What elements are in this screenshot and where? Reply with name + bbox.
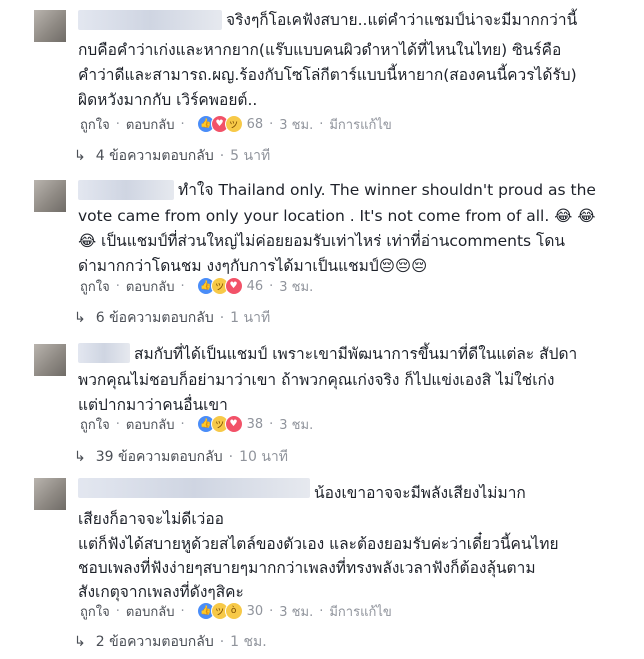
timestamp[interactable]: 3 ชม. xyxy=(279,114,313,135)
reply-link[interactable]: ตอบกลับ xyxy=(126,114,175,135)
comment-text: 😂 เป็นแชมป์ที่ส่วนใหญ่ไม่ค่อยยอมรับเท่าไ… xyxy=(78,232,566,250)
separator-dot: · xyxy=(219,148,225,164)
replies-count[interactable]: 39 ข้อความตอบกลับ xyxy=(96,446,223,468)
separator-dot: · xyxy=(269,416,274,432)
comment-text: คำว่าดีและสามารถ.ผญ.ร้องกับโซโล่กีตาร์แบ… xyxy=(78,66,577,84)
love-reaction-icon: ♥ xyxy=(224,277,243,295)
timestamp[interactable]: 3 ชม. xyxy=(279,276,313,297)
comment-actions: ถูกใจ · ตอบกลับ · 👍 ツ ò 30 · 3 ชม. · มีก… xyxy=(80,601,392,621)
view-replies[interactable]: ↳ 6 ข้อความตอบกลับ · 1 นาที xyxy=(74,308,270,328)
separator-dot: · xyxy=(228,449,234,465)
view-replies[interactable]: ↳ 39 ข้อความตอบกลับ · 10 นาที xyxy=(74,447,288,467)
comment-actions: ถูกใจ · ตอบกลับ · 👍 ツ ♥ 38 · 3 ชม. xyxy=(80,414,313,434)
like-link[interactable]: ถูกใจ xyxy=(80,601,110,622)
reply-link[interactable]: ตอบกลับ xyxy=(126,276,175,297)
separator-dot: · xyxy=(319,603,324,619)
comment-text: สมกับที่ได้เป็นแชมป์ เพราะเขามีพัฒนาการข… xyxy=(134,345,578,363)
reply-link[interactable]: ตอบกลับ xyxy=(126,601,175,622)
reaction-count[interactable]: 38 xyxy=(247,417,264,432)
reaction-count[interactable]: 68 xyxy=(247,117,264,132)
like-link[interactable]: ถูกใจ xyxy=(80,276,110,297)
love-reaction-icon: ♥ xyxy=(224,415,243,433)
separator-dot: · xyxy=(269,278,274,294)
comment-text: ผิดหวังมากกับ เวิร์คพอยต์.. xyxy=(78,91,258,109)
reply-arrow-icon: ↳ xyxy=(74,310,86,326)
comment-text: ทำใจ Thailand only. The winner shouldn't… xyxy=(178,181,596,199)
separator-dot: · xyxy=(219,634,225,650)
separator-dot: · xyxy=(269,116,274,132)
timestamp[interactable]: 3 ชม. xyxy=(279,601,313,622)
comment-text: กบคือคำว่าเก่งและหากยาก(แร๊บแบบคนผิวดำหา… xyxy=(78,41,562,59)
timestamp[interactable]: 3 ชม. xyxy=(279,414,313,435)
avatar[interactable] xyxy=(34,10,66,42)
edited-label[interactable]: มีการแก้ไข xyxy=(329,114,391,135)
separator-dot: · xyxy=(115,603,120,619)
separator-dot: · xyxy=(115,116,120,132)
commenter-name[interactable] xyxy=(78,478,310,498)
comment-actions: ถูกใจ · ตอบกลับ · 👍 ツ ♥ 46 · 3 ชม. xyxy=(80,276,313,296)
comment-actions: ถูกใจ · ตอบกลับ · 👍 ♥ ツ 68 · 3 ชม. · มีก… xyxy=(80,114,392,134)
separator-dot: · xyxy=(180,603,185,619)
replies-time: 10 นาที xyxy=(239,449,289,465)
separator-dot: · xyxy=(115,278,120,294)
comment-text: พวกคุณไม่ชอบก็อย่ามาว่าเขา ถ้าพวกคุณเก่ง… xyxy=(78,371,555,389)
replies-time: 1 นาที xyxy=(230,310,271,326)
commenter-name[interactable] xyxy=(78,10,222,30)
comment-text: จริงๆก็โอเคฟังสบาย..แต่คำว่าแชมป์น่าจะมี… xyxy=(226,11,578,29)
reactions[interactable]: 👍 ツ ♥ xyxy=(196,415,243,433)
comment-text: ชอบเพลงที่ฟังง่ายๆสบายๆมากกว่าเพลงที่ทรง… xyxy=(78,559,536,577)
reaction-count[interactable]: 46 xyxy=(247,279,264,294)
like-link[interactable]: ถูกใจ xyxy=(80,414,110,435)
reply-link[interactable]: ตอบกลับ xyxy=(126,414,175,435)
comment-text: แต่ก็ฟังได้สบายหูด้วยสไตล์ของตัวเอง และต… xyxy=(78,535,559,553)
replies-time: 1 ชม. xyxy=(230,634,267,650)
separator-dot: · xyxy=(180,278,185,294)
haha-reaction-icon: ツ xyxy=(224,115,243,133)
replies-count[interactable]: 2 ข้อความตอบกลับ xyxy=(96,631,214,653)
view-replies[interactable]: ↳ 4 ข้อความตอบกลับ · 5 นาที xyxy=(74,146,270,166)
separator-dot: · xyxy=(319,116,324,132)
reactions[interactable]: 👍 ツ ♥ xyxy=(196,277,243,295)
separator-dot: · xyxy=(180,116,185,132)
commenter-name[interactable] xyxy=(78,180,174,200)
separator-dot: · xyxy=(180,416,185,432)
reply-arrow-icon: ↳ xyxy=(74,449,86,465)
separator-dot: · xyxy=(219,310,225,326)
avatar[interactable] xyxy=(34,180,66,212)
reaction-count[interactable]: 30 xyxy=(247,604,264,619)
separator-dot: · xyxy=(115,416,120,432)
avatar[interactable] xyxy=(34,344,66,376)
comment-text: vote came from only your location . It's… xyxy=(78,207,596,225)
separator-dot: · xyxy=(269,603,274,619)
reactions[interactable]: 👍 ♥ ツ xyxy=(196,115,243,133)
edited-label[interactable]: มีการแก้ไข xyxy=(329,601,391,622)
reply-arrow-icon: ↳ xyxy=(74,148,86,164)
replies-time: 5 นาที xyxy=(230,148,271,164)
comment-text: น้องเขาอาจจะมีพลังเสียงไม่มาก xyxy=(314,484,526,502)
view-replies[interactable]: ↳ 2 ข้อความตอบกลับ · 1 ชม. xyxy=(74,632,267,652)
commenter-name[interactable] xyxy=(78,343,130,363)
reply-arrow-icon: ↳ xyxy=(74,634,86,650)
comment-text: ด่ามากกว่าโดนชม งงๆกับการได้มาเป็นแชมป์😔… xyxy=(78,257,428,275)
replies-count[interactable]: 6 ข้อความตอบกลับ xyxy=(96,307,214,329)
comment-text: เสียงก็อาจจะไม่ดีเว่ออ xyxy=(78,510,224,528)
like-link[interactable]: ถูกใจ xyxy=(80,114,110,135)
reactions[interactable]: 👍 ツ ò xyxy=(196,602,243,620)
replies-count[interactable]: 4 ข้อความตอบกลับ xyxy=(96,145,214,167)
angry-reaction-icon: ò xyxy=(224,602,243,620)
avatar[interactable] xyxy=(34,478,66,510)
